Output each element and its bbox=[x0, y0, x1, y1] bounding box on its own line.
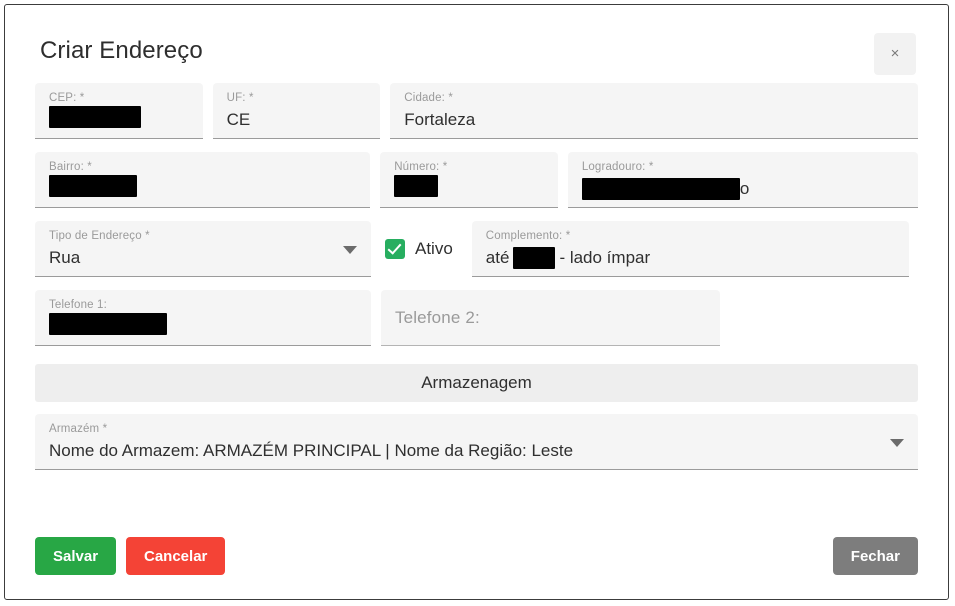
address-form: CEP: * UF: * CE Cidade: * Fortaleza Bair… bbox=[5, 83, 948, 470]
complemento-field[interactable]: Complemento: * até - lado ímpar bbox=[471, 221, 909, 277]
redaction-bar bbox=[49, 106, 141, 128]
cidade-label: Cidade: * bbox=[404, 92, 453, 104]
cidade-field[interactable]: Cidade: * Fortaleza bbox=[390, 83, 918, 139]
telefone2-label: Telefone 2: bbox=[395, 307, 480, 327]
cep-field[interactable]: CEP: * bbox=[35, 83, 203, 139]
complemento-value: até - lado ímpar bbox=[486, 244, 895, 271]
telefone1-label: Telefone 1: bbox=[49, 299, 107, 311]
uf-value: CE bbox=[226, 110, 251, 129]
logradouro-label: Logradouro: * bbox=[581, 161, 654, 173]
check-icon bbox=[385, 239, 405, 259]
close-button[interactable]: Fechar bbox=[832, 537, 918, 575]
form-row-type: Tipo de Endereço * Rua Ativo Complemento… bbox=[35, 221, 918, 277]
numero-label: Número: * bbox=[394, 161, 448, 173]
redaction-bar bbox=[581, 177, 740, 200]
form-row-location: CEP: * UF: * CE Cidade: * Fortaleza bbox=[35, 83, 918, 139]
uf-label: UF: * bbox=[226, 92, 254, 104]
armazem-label: Armazém * bbox=[49, 423, 108, 435]
armazem-value: Nome do Armazem: ARMAZÉM PRINCIPAL | Nom… bbox=[49, 441, 574, 460]
numero-field[interactable]: Número: * bbox=[380, 152, 558, 208]
ativo-label: Ativo bbox=[415, 239, 453, 258]
redaction-bar bbox=[394, 175, 439, 197]
chevron-down-icon bbox=[890, 438, 904, 447]
redaction-bar bbox=[49, 313, 167, 335]
form-row-street: Bairro: * Número: * Logradouro: * o bbox=[35, 152, 918, 208]
form-row-phones: Telefone 1: Telefone 2: bbox=[35, 290, 918, 346]
cep-value bbox=[49, 106, 189, 128]
logradouro-field[interactable]: Logradouro: * o bbox=[567, 152, 918, 208]
redaction-bar bbox=[49, 175, 137, 197]
bairro-label: Bairro: * bbox=[49, 161, 92, 173]
complemento-prefix: até bbox=[485, 248, 510, 267]
logradouro-value: o bbox=[581, 175, 904, 202]
ativo-checkbox[interactable]: Ativo bbox=[381, 221, 457, 277]
armazenagem-section-header: Armazenagem bbox=[35, 364, 918, 402]
save-button[interactable]: Salvar bbox=[35, 537, 117, 575]
uf-field[interactable]: UF: * CE bbox=[212, 83, 381, 139]
redaction-bar bbox=[513, 246, 556, 269]
telefone1-field[interactable]: Telefone 1: bbox=[35, 290, 371, 346]
dialog-header: Criar Endereço × bbox=[5, 5, 948, 83]
telefone1-value bbox=[49, 313, 357, 335]
create-address-dialog: Criar Endereço × CEP: * UF: * CE Cidade:… bbox=[4, 4, 949, 600]
complemento-suffix: - lado ímpar bbox=[559, 248, 651, 267]
numero-value bbox=[394, 175, 544, 197]
tipo-endereco-label: Tipo de Endereço * bbox=[49, 230, 150, 242]
bairro-value bbox=[49, 175, 356, 197]
cidade-value: Fortaleza bbox=[404, 110, 476, 129]
armazem-select[interactable]: Armazém * Nome do Armazem: ARMAZÉM PRINC… bbox=[35, 414, 918, 470]
cancel-button[interactable]: Cancelar bbox=[126, 537, 226, 575]
chevron-down-icon bbox=[343, 245, 357, 254]
tipo-endereco-select[interactable]: Tipo de Endereço * Rua bbox=[35, 221, 371, 277]
telefone2-field[interactable]: Telefone 2: bbox=[381, 290, 720, 346]
bairro-field[interactable]: Bairro: * bbox=[35, 152, 371, 208]
close-icon[interactable]: × bbox=[874, 33, 916, 75]
tipo-endereco-value: Rua bbox=[49, 248, 81, 267]
complemento-label: Complemento: * bbox=[485, 230, 571, 242]
cep-label: CEP: * bbox=[49, 92, 85, 104]
logradouro-visible-text: o bbox=[739, 179, 750, 198]
dialog-footer: Salvar Cancelar Fechar bbox=[5, 521, 948, 599]
dialog-title: Criar Endereço bbox=[40, 37, 203, 64]
